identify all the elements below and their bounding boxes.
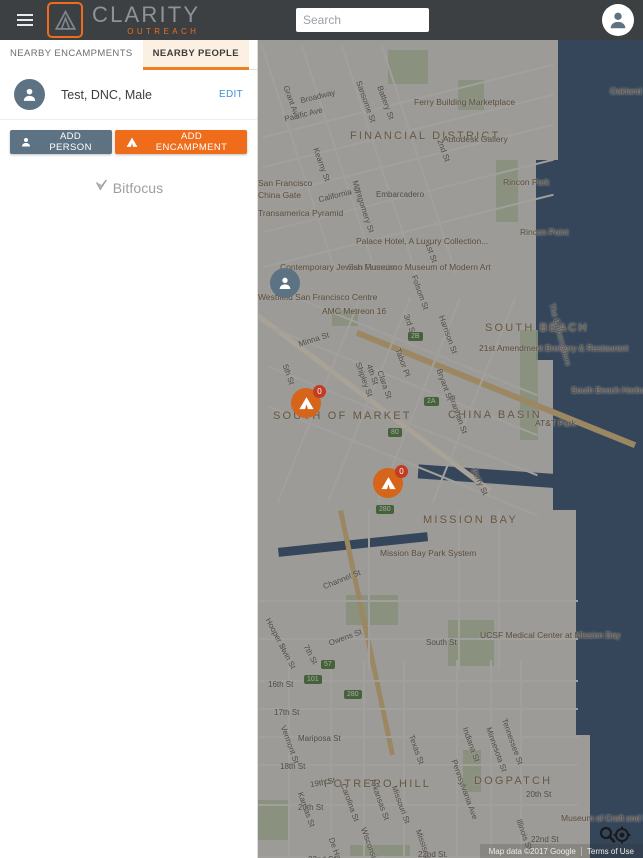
brand-subtitle: OUTREACH [127, 26, 200, 36]
map-road-s-v7 [520, 660, 522, 858]
tent-icon [125, 136, 139, 149]
map-road-s-v6 [490, 660, 492, 858]
map-canvas[interactable]: FINANCIAL DISTRICT SOUTH BEACH CHINA BASIN… [258, 40, 643, 858]
tab-label: NEARBY ENCAMPMENTS [10, 48, 133, 59]
avatar [14, 79, 45, 110]
map-road-s-h5 [258, 804, 578, 806]
map-view[interactable]: FINANCIAL DISTRICT SOUTH BEACH CHINA BASIN… [258, 40, 643, 858]
map-water-bay-4 [576, 495, 643, 735]
person-marker-circle[interactable] [270, 268, 300, 298]
map-road-s-h2 [258, 708, 578, 710]
bitfocus-footer: Bitfocus [0, 164, 257, 198]
map-locate-control[interactable] [599, 826, 631, 844]
search-container [296, 8, 429, 32]
app-header: CLARITY OUTREACH [0, 0, 643, 40]
map-road-s-h1 [258, 680, 578, 682]
map-attribution: Map data ©2017 Google Terms of Use [479, 844, 643, 858]
map-road-s-v4 [403, 660, 405, 858]
map-road-mb-v2 [458, 510, 460, 670]
zoom-locate-icon [599, 826, 631, 844]
app-root: FINANCIAL DISTRICT SOUTH BEACH CHINA BASIN… [0, 0, 643, 858]
map-data-credit: Map data ©2017 Google [488, 846, 576, 856]
add-encampment-label: ADD ENCAMPMENT [155, 131, 228, 153]
map-water-bay-2 [536, 160, 643, 360]
person-icon [279, 277, 291, 289]
tent-icon [380, 476, 396, 489]
tab-label: NEARBY PEOPLE [152, 48, 239, 59]
encampment-count-badge: 0 [313, 385, 326, 398]
sidebar-actions: ADD PERSON ADD ENCAMPMENT [0, 120, 257, 164]
person-name: Test, DNC, Male [61, 87, 152, 102]
tab-nearby-encampments[interactable]: NEARBY ENCAMPMENTS [0, 40, 143, 70]
person-icon [20, 136, 32, 148]
add-encampment-button[interactable]: ADD ENCAMPMENT [115, 130, 247, 154]
add-person-button[interactable]: ADD PERSON [10, 130, 113, 154]
map-road-mb-2 [258, 638, 578, 640]
tent-icon [298, 396, 314, 409]
brand-text: CLARITY OUTREACH [92, 1, 201, 37]
map-road-s-h3 [258, 736, 578, 738]
clarity-tent-logo-icon [47, 2, 83, 38]
map-park-5 [520, 330, 538, 440]
map-park-10 [258, 800, 290, 840]
search-input[interactable] [296, 8, 429, 32]
map-road-s-v5 [456, 660, 458, 858]
map-marker-encampment-1[interactable]: 0 [291, 385, 326, 418]
map-road-mb-v3 [498, 510, 500, 670]
map-marker-person[interactable] [270, 268, 300, 298]
map-park-8 [463, 750, 481, 792]
hamburger-bar [17, 14, 33, 16]
tab-nearby-people[interactable]: NEARBY PEOPLE [142, 40, 249, 70]
account-avatar-button[interactable] [602, 4, 634, 36]
map-road-mb-v1 [368, 510, 370, 670]
bitfocus-check-icon [94, 178, 109, 198]
map-road-mb-1 [258, 600, 578, 602]
list-item[interactable]: Test, DNC, Male EDIT [0, 70, 257, 120]
add-person-label: ADD PERSON [49, 131, 92, 153]
map-road-s-v2 [330, 660, 332, 858]
map-road-s-v1 [288, 660, 290, 858]
encampment-marker-circle[interactable]: 0 [291, 385, 326, 418]
hamburger-icon[interactable] [8, 0, 42, 40]
map-marker-encampment-2[interactable]: 0 [373, 465, 408, 498]
encampment-marker-circle[interactable]: 0 [373, 465, 408, 498]
account-avatar-icon [610, 12, 626, 29]
brand-logo[interactable]: CLARITY OUTREACH [47, 2, 200, 38]
hamburger-bar [17, 19, 33, 21]
brand-title: CLARITY [92, 1, 201, 27]
hamburger-bar [17, 24, 33, 26]
map-park-7 [448, 620, 494, 666]
map-road-s-h4 [258, 764, 578, 766]
map-road-s-v3 [363, 660, 365, 858]
edit-person-link[interactable]: EDIT [219, 89, 243, 100]
encampment-count-badge: 0 [395, 465, 408, 478]
bitfocus-wordmark: Bitfocus [112, 180, 164, 196]
person-avatar-icon [23, 88, 36, 101]
terms-of-use-link[interactable]: Terms of Use [582, 847, 639, 856]
sidebar-tabs: NEARBY ENCAMPMENTS NEARBY PEOPLE [0, 40, 257, 70]
sidebar-panel: NEARBY ENCAMPMENTS NEARBY PEOPLE Test, D… [0, 40, 258, 858]
